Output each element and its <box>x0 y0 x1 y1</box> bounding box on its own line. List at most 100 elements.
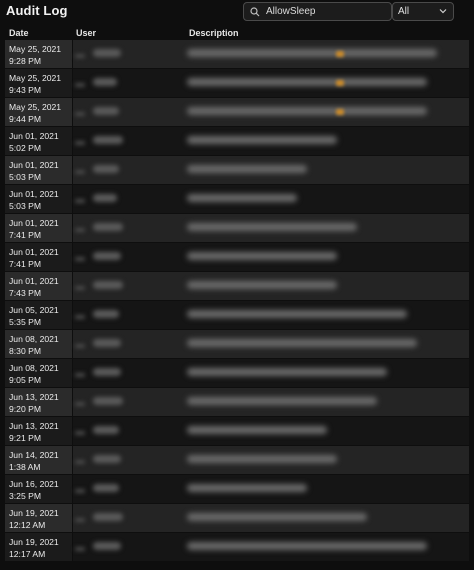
column-header-description[interactable]: Description <box>189 28 239 38</box>
user-avatar-redacted <box>75 228 85 232</box>
description-redacted <box>187 484 307 492</box>
warning-marker-icon <box>336 80 344 86</box>
date-text: May 25, 2021 <box>9 44 62 54</box>
table-row[interactable]: Jun 08, 2021 9:05 PM <box>5 359 469 388</box>
user-redacted <box>93 542 121 550</box>
user-avatar-redacted <box>75 170 85 174</box>
time-text: 3:25 PM <box>9 490 42 501</box>
user-avatar-redacted <box>75 344 85 348</box>
date-cell: Jun 19, 2021 12:12 AM <box>5 504 72 532</box>
date-text: Jun 01, 2021 <box>9 189 59 199</box>
description-redacted <box>187 194 297 202</box>
description-redacted <box>187 281 337 289</box>
column-header-user[interactable]: User <box>76 28 96 38</box>
user-redacted <box>93 281 123 289</box>
row-details <box>73 417 469 445</box>
date-cell: Jun 13, 2021 9:21 PM <box>5 417 72 445</box>
table-row[interactable]: Jun 19, 2021 12:12 AM <box>5 504 469 533</box>
date-cell: Jun 16, 2021 3:25 PM <box>5 475 72 503</box>
user-avatar-redacted <box>75 199 85 203</box>
time-text: 9:43 PM <box>9 84 42 95</box>
table-row[interactable]: Jun 05, 2021 5:35 PM <box>5 301 469 330</box>
description-redacted <box>187 426 327 434</box>
time-text: 7:41 PM <box>9 258 42 269</box>
row-details <box>73 272 469 300</box>
filter-select[interactable]: All <box>392 2 454 21</box>
table-row[interactable]: Jun 01, 2021 7:41 PM <box>5 243 469 272</box>
user-redacted <box>93 513 123 521</box>
date-text: Jun 19, 2021 <box>9 508 59 518</box>
date-text: Jun 13, 2021 <box>9 392 59 402</box>
audit-table: May 25, 2021 9:28 PM May 25, 2021 9:43 PM Ma… <box>5 40 469 562</box>
row-details <box>73 359 469 387</box>
table-row[interactable]: Jun 08, 2021 8:30 PM <box>5 330 469 359</box>
time-text: 5:03 PM <box>9 171 42 182</box>
date-cell: Jun 01, 2021 5:02 PM <box>5 127 72 155</box>
user-avatar-redacted <box>75 257 85 261</box>
page-title: Audit Log <box>6 3 68 18</box>
date-text: Jun 05, 2021 <box>9 305 59 315</box>
description-redacted <box>187 513 367 521</box>
header: Audit Log All <box>0 0 474 24</box>
row-details <box>73 156 469 184</box>
date-text: Jun 08, 2021 <box>9 363 59 373</box>
table-row[interactable]: Jun 01, 2021 5:03 PM <box>5 156 469 185</box>
table-row[interactable]: Jun 19, 2021 12:17 AM <box>5 533 469 562</box>
table-row[interactable]: Jun 16, 2021 3:25 PM <box>5 475 469 504</box>
row-details <box>73 98 469 126</box>
time-text: 9:05 PM <box>9 374 42 385</box>
time-text: 1:38 AM <box>9 461 41 472</box>
user-avatar-redacted <box>75 315 85 319</box>
date-text: Jun 16, 2021 <box>9 479 59 489</box>
user-avatar-redacted <box>75 431 85 435</box>
user-redacted <box>93 78 117 86</box>
time-text: 5:02 PM <box>9 142 42 153</box>
user-redacted <box>93 397 123 405</box>
user-redacted <box>93 310 119 318</box>
table-row[interactable]: Jun 01, 2021 7:41 PM <box>5 214 469 243</box>
table-row[interactable]: May 25, 2021 9:28 PM <box>5 40 469 69</box>
table-row[interactable]: May 25, 2021 9:43 PM <box>5 69 469 98</box>
row-details <box>73 127 469 155</box>
time-text: 7:41 PM <box>9 229 42 240</box>
date-text: Jun 14, 2021 <box>9 450 59 460</box>
user-redacted <box>93 49 121 57</box>
date-cell: Jun 01, 2021 7:41 PM <box>5 243 72 271</box>
time-text: 9:28 PM <box>9 55 42 66</box>
table-row[interactable]: Jun 14, 2021 1:38 AM <box>5 446 469 475</box>
date-cell: Jun 13, 2021 9:20 PM <box>5 388 72 416</box>
column-header-date[interactable]: Date <box>9 28 29 38</box>
user-avatar-redacted <box>75 54 85 58</box>
table-row[interactable]: May 25, 2021 9:44 PM <box>5 98 469 127</box>
date-text: Jun 01, 2021 <box>9 218 59 228</box>
table-row[interactable]: Jun 01, 2021 5:03 PM <box>5 185 469 214</box>
time-text: 5:35 PM <box>9 316 42 327</box>
date-cell: Jun 01, 2021 5:03 PM <box>5 185 72 213</box>
row-details <box>73 504 469 532</box>
user-avatar-redacted <box>75 460 85 464</box>
date-text: May 25, 2021 <box>9 73 62 83</box>
time-text: 9:21 PM <box>9 432 42 443</box>
user-redacted <box>93 107 119 115</box>
table-row[interactable]: Jun 01, 2021 7:43 PM <box>5 272 469 301</box>
table-row[interactable]: Jun 13, 2021 9:21 PM <box>5 417 469 446</box>
date-cell: Jun 14, 2021 1:38 AM <box>5 446 72 474</box>
date-text: Jun 01, 2021 <box>9 160 59 170</box>
user-redacted <box>93 368 121 376</box>
date-cell: Jun 01, 2021 5:03 PM <box>5 156 72 184</box>
table-row[interactable]: Jun 01, 2021 5:02 PM <box>5 127 469 156</box>
user-redacted <box>93 484 119 492</box>
date-cell: Jun 05, 2021 5:35 PM <box>5 301 72 329</box>
search-input[interactable] <box>263 6 383 17</box>
description-redacted <box>187 310 407 318</box>
time-text: 12:17 AM <box>9 548 46 559</box>
time-text: 9:20 PM <box>9 403 42 414</box>
date-cell: Jun 01, 2021 7:43 PM <box>5 272 72 300</box>
row-details <box>73 533 469 561</box>
table-row[interactable]: Jun 13, 2021 9:20 PM <box>5 388 469 417</box>
user-redacted <box>93 165 119 173</box>
description-redacted <box>187 165 307 173</box>
row-details <box>73 475 469 503</box>
search-box[interactable] <box>243 2 392 21</box>
warning-marker-icon <box>336 109 344 115</box>
